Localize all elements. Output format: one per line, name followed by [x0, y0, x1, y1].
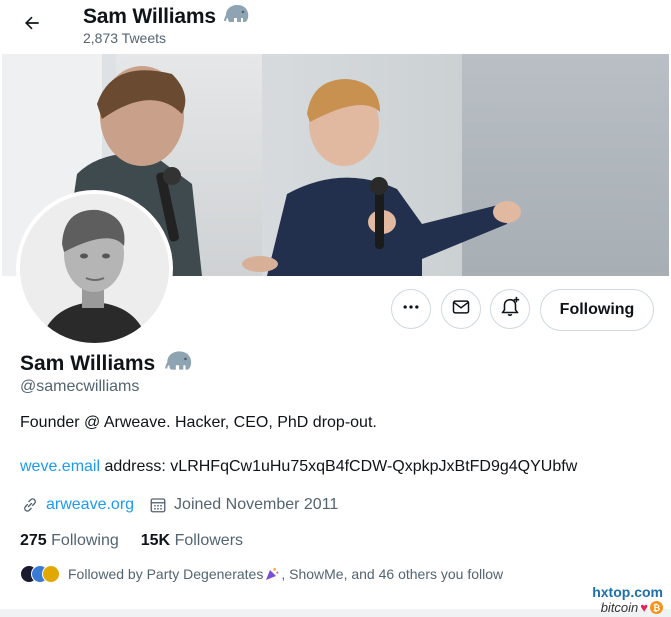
followers-label: Followers [174, 532, 244, 549]
header-name-text: Sam Williams [83, 5, 216, 28]
bell-plus-icon [499, 296, 521, 323]
heart-icon: ♥ [640, 600, 648, 615]
avatar [42, 565, 60, 583]
profile-page: Sam Williams 2,873 Tweets Following Sam … [0, 0, 671, 617]
divider [0, 609, 671, 617]
envelope-icon [451, 297, 471, 322]
email-link[interactable]: weve.email [20, 458, 100, 475]
profile-name-text: Sam Williams [20, 352, 156, 375]
followers-stat[interactable]: 15K Followers [141, 532, 243, 550]
following-button[interactable]: Following [540, 289, 654, 331]
avatar[interactable] [16, 190, 173, 347]
avatar-photo [20, 194, 169, 343]
followed-by[interactable]: Followed by Party Degenerates , ShowMe, … [20, 565, 503, 583]
following-label: Following [51, 532, 119, 549]
following-stat[interactable]: 275 Following [20, 532, 119, 550]
website-link[interactable]: arweave.org [46, 496, 134, 514]
elephant-icon [222, 3, 250, 31]
profile-name: Sam Williams [20, 349, 193, 379]
joined-date: Joined November 2011 [174, 496, 339, 513]
bitcoin-icon: ₿ [650, 601, 663, 614]
following-count: 275 [20, 532, 47, 549]
tweet-count: 2,873 Tweets [83, 30, 167, 46]
arrow-left-icon [22, 13, 42, 38]
followed-by-suffix: , ShowMe, and 46 others you follow [281, 566, 504, 582]
profile-handle: @samecwilliams [20, 378, 140, 395]
more-button[interactable] [391, 289, 431, 329]
header-title: Sam Williams [83, 3, 250, 31]
notify-button[interactable] [490, 289, 530, 329]
watermark-site: hxtop.com [592, 584, 663, 600]
watermark-tag: bitcoin [600, 600, 639, 615]
top-bar: Sam Williams 2,873 Tweets [0, 0, 671, 54]
followers-count: 15K [140, 532, 171, 549]
message-button[interactable] [441, 289, 481, 329]
follow-stats: 275 Following 15K Followers [20, 532, 243, 550]
elephant-icon [163, 349, 193, 379]
back-button[interactable] [14, 7, 50, 43]
calendar-icon [148, 495, 168, 515]
profile-address: weve.email address: vLRHFqCw1uHu75xqB4fC… [20, 458, 577, 476]
followed-by-prefix: Followed by Party Degenerates [68, 566, 264, 582]
follower-avatars [20, 565, 60, 583]
watermark: hxtop.com bitcoin ♥ ₿ [592, 584, 663, 615]
profile-meta: arweave.org Joined November 2011 [20, 495, 338, 515]
link-icon [20, 495, 40, 515]
address-text: address: vLRHFqCw1uHu75xqB4fCDW-QxpkpJxB… [100, 458, 578, 475]
profile-bio: Founder @ Arweave. Hacker, CEO, PhD drop… [20, 414, 377, 431]
more-icon [401, 297, 421, 322]
party-icon [264, 566, 280, 582]
